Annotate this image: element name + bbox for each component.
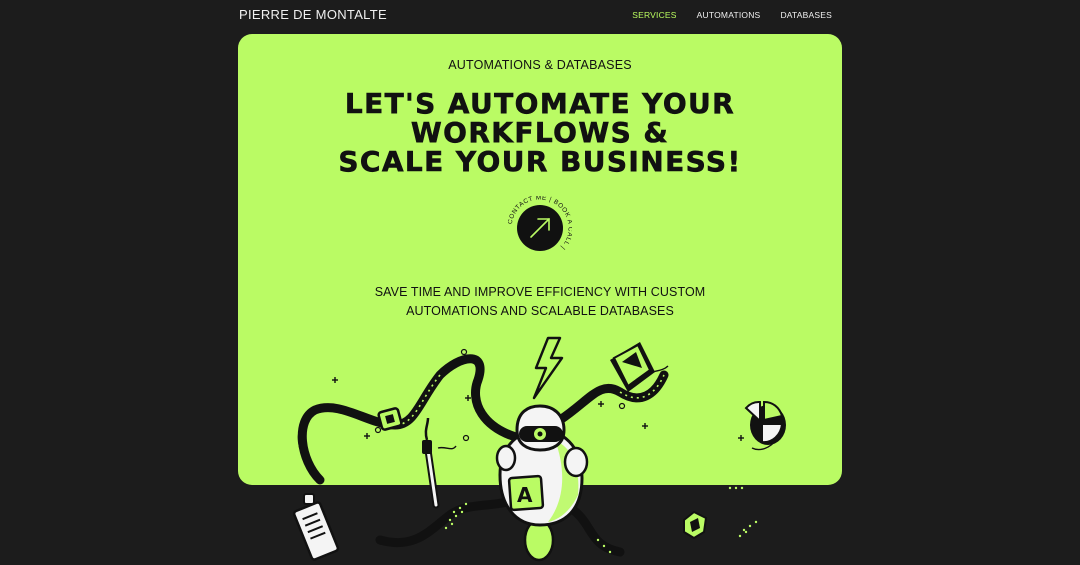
- nav-link-services[interactable]: SERVICES: [632, 10, 676, 20]
- hero-subtitle: SAVE TIME AND IMPROVE EFFICIENCY WITH CU…: [238, 283, 842, 321]
- hero-headline: LET'S AUTOMATE YOUR WORKFLOWS & SCALE YO…: [238, 87, 842, 178]
- headline-line-3: SCALE YOUR BUSINESS!: [338, 145, 742, 178]
- nav-link-automations[interactable]: AUTOMATIONS: [697, 10, 761, 20]
- nav-link-databases[interactable]: DATABASES: [780, 10, 832, 20]
- document-icon: [292, 493, 340, 561]
- brand-logo[interactable]: PIERRE DE MONTALTE: [239, 7, 387, 22]
- subtitle-line-2: AUTOMATIONS AND SCALABLE DATABASES: [406, 304, 674, 318]
- contact-cta-button[interactable]: CONTACT ME | BOOK A CALL |: [507, 194, 573, 260]
- subtitle-line-1: SAVE TIME AND IMPROVE EFFICIENCY WITH CU…: [374, 285, 706, 299]
- cta-badge: CONTACT ME | BOOK A CALL |: [507, 194, 573, 251]
- cube-icon: [683, 510, 708, 540]
- diamond-node-icon: [377, 407, 403, 431]
- top-nav: PIERRE DE MONTALTE SERVICES AUTOMATIONS …: [238, 0, 842, 30]
- headline-line-1: LET'S AUTOMATE YOUR: [344, 87, 736, 120]
- nav-menu: SERVICES AUTOMATIONS DATABASES: [632, 10, 832, 20]
- hero-eyebrow: AUTOMATIONS & DATABASES: [448, 58, 632, 72]
- robot-badge-letter: A: [517, 483, 533, 507]
- headline-line-2: WORKFLOWS &: [410, 116, 670, 149]
